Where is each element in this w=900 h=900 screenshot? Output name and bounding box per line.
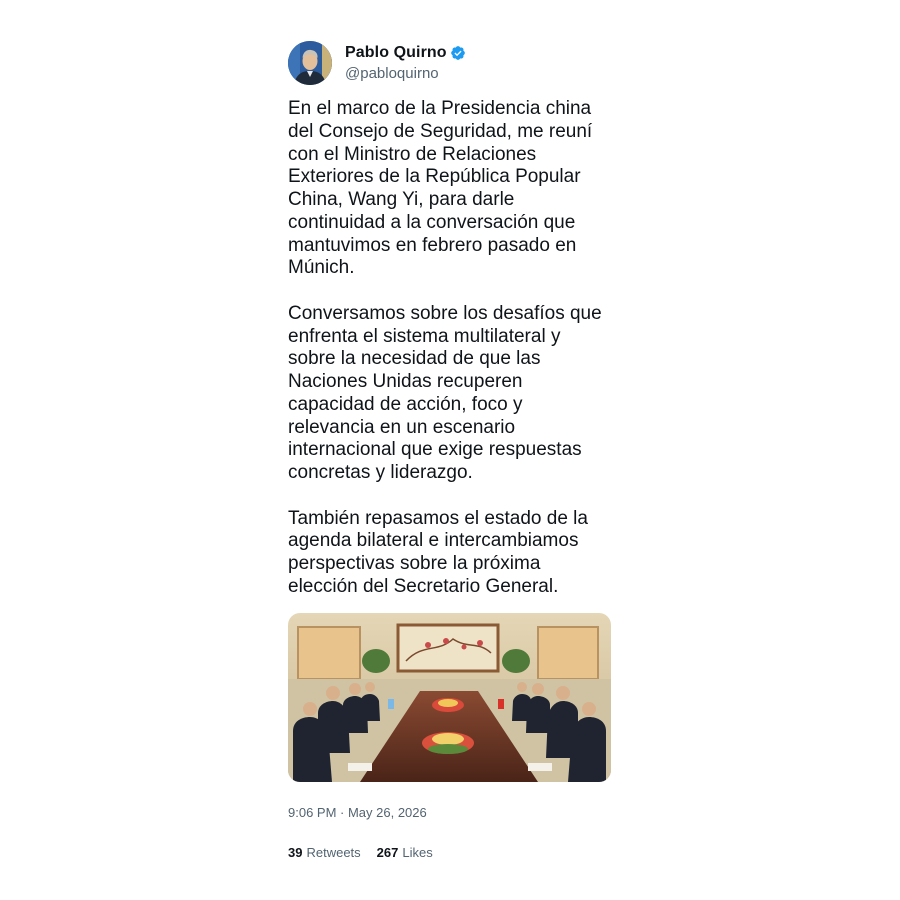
likes-stat[interactable]: 267 Likes [377, 844, 433, 862]
author-handle[interactable]: @pabloquirno [345, 64, 466, 84]
tweet-timestamp[interactable]: 9:06 PM · May 26, 2026 [288, 804, 618, 822]
author-names: Pablo Quirno @pabloquirno [345, 42, 466, 84]
likes-count: 267 [376, 844, 399, 860]
retweets-label: Retweets [306, 844, 361, 860]
verified-badge-icon [450, 45, 466, 61]
likes-label: Likes [402, 844, 433, 860]
tweet-card: Pablo Quirno @pabloquirno En el marco de… [288, 40, 618, 862]
tweet-paragraph: Conversamos sobre los desafíos que enfre… [288, 302, 602, 483]
tweet-paragraph: En el marco de la Presidencia china del … [288, 98, 593, 279]
meeting-photo-image [288, 612, 611, 782]
tweet-photo[interactable] [288, 612, 611, 782]
avatar[interactable] [288, 41, 332, 85]
tweet-header: Pablo Quirno @pabloquirno [288, 40, 618, 86]
author-display-name[interactable]: Pablo Quirno [345, 44, 447, 62]
retweets-stat[interactable]: 39 Retweets [288, 844, 361, 862]
avatar-image [288, 41, 332, 85]
tweet-paragraph: También repasamos el estado de la agenda… [288, 507, 588, 597]
retweets-count: 39 [288, 844, 303, 860]
tweet-text: En el marco de la Presidencia china del … [288, 98, 618, 599]
tweet-stats: 39 Retweets 267 Likes [288, 844, 618, 862]
name-row: Pablo Quirno [345, 42, 466, 64]
